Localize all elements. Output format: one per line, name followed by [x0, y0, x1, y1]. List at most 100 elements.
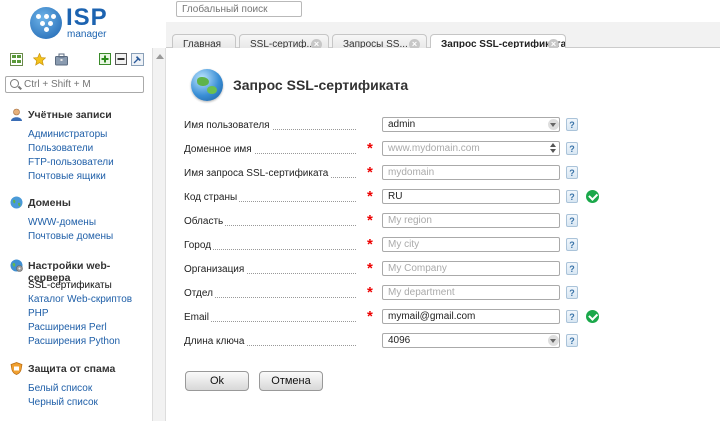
valid-check-icon [586, 190, 599, 203]
nav-item-mail-domains[interactable]: Почтовые домены [28, 230, 150, 244]
nav-group-title: Домены [28, 197, 71, 209]
required-marker: * [367, 140, 373, 157]
city-input[interactable] [382, 237, 560, 252]
field-label: Отдел [184, 288, 215, 299]
nav-item-php[interactable]: PHP [28, 307, 150, 321]
help-icon[interactable]: ? [566, 166, 578, 179]
nav-item-python-extensions[interactable]: Расширения Python [28, 335, 150, 349]
search-icon [10, 79, 19, 88]
nav-group-header[interactable]: Защита от спама [10, 362, 150, 378]
nav-group-header[interactable]: Учётные записи [10, 108, 150, 124]
nav-group-web-server-settings: Настройки web-сервера SSL-сертификаты Ка… [10, 259, 150, 349]
form-row-request-name: Имя запроса SSL-сертификата * ? [184, 164, 714, 183]
form-row-key-length: Длина ключа ? [184, 333, 714, 351]
required-marker: * [367, 260, 373, 277]
help-icon[interactable]: ? [566, 118, 578, 131]
required-marker: * [367, 236, 373, 253]
country-code-input[interactable] [382, 189, 560, 204]
help-icon[interactable]: ? [566, 142, 578, 155]
app-window: ISP manager Ctrl + Shift + M Учётные зап… [0, 0, 720, 421]
spinner-arrows-icon[interactable] [550, 142, 558, 155]
region-input[interactable] [382, 213, 560, 228]
request-name-input[interactable] [382, 165, 560, 180]
form-row-department: Отдел * ? [184, 284, 714, 303]
valid-check-icon [586, 310, 599, 323]
sidebar-search-field[interactable] [5, 76, 144, 93]
tree-view-icon[interactable] [9, 52, 23, 66]
nav-item-users[interactable]: Пользователи [28, 142, 150, 156]
department-input[interactable] [382, 285, 560, 300]
domain-name-input[interactable] [382, 141, 560, 156]
username-select[interactable] [382, 117, 560, 132]
required-marker: * [367, 164, 373, 181]
collapse-all-icon[interactable] [114, 52, 128, 66]
nav-group-title: Защита от спама [28, 363, 116, 375]
email-input[interactable] [382, 309, 560, 324]
organization-input[interactable] [382, 261, 560, 276]
field-label: Длина ключа [184, 336, 247, 347]
nav-group-header[interactable]: Настройки web-сервера [10, 259, 150, 284]
nav-group-title: Учётные записи [28, 109, 112, 121]
favorites-star-icon[interactable] [32, 52, 46, 66]
nav-item-ftp-users[interactable]: FTP-пользователи [28, 156, 150, 170]
global-search-input[interactable] [176, 1, 302, 17]
field-label: Город [184, 240, 214, 251]
required-marker: * [367, 212, 373, 229]
sidebar-scrollbar[interactable] [152, 48, 166, 421]
nav-group-accounts: Учётные записи Администраторы Пользовате… [10, 108, 150, 184]
nav-group-spam-protection: Защита от спама Белый список Черный спис… [10, 362, 150, 410]
user-icon [11, 108, 22, 121]
form-row-city: Город * ? [184, 236, 714, 255]
ok-button[interactable]: Ok [185, 371, 249, 391]
field-label: Доменное имя [184, 144, 254, 155]
scroll-up-icon[interactable] [156, 54, 164, 59]
help-icon[interactable]: ? [566, 310, 578, 323]
help-icon[interactable]: ? [566, 238, 578, 251]
form-row-email: Email * ? [184, 308, 714, 327]
nav-item-perl-extensions[interactable]: Расширения Perl [28, 321, 150, 335]
ispmanager-logo[interactable]: ISP manager [30, 4, 140, 41]
sidebar-toolbar [6, 52, 146, 68]
tab-bar: Главная SSL-сертиф... × Запросы SS... × … [166, 22, 720, 54]
logo-subtext: manager [67, 29, 107, 40]
briefcase-icon[interactable] [54, 52, 68, 66]
required-marker: * [367, 308, 373, 325]
help-icon[interactable]: ? [566, 214, 578, 227]
field-label: Имя запроса SSL-сертификата [184, 168, 331, 179]
nav-group-domains: Домены WWW-домены Почтовые домены [10, 196, 150, 244]
field-label: Область [184, 216, 226, 227]
nav-item-blacklist[interactable]: Черный список [28, 396, 150, 410]
form-row-region: Область * ? [184, 212, 714, 231]
cancel-button[interactable]: Отмена [259, 371, 323, 391]
nav-item-whitelist[interactable]: Белый список [28, 382, 150, 396]
logo-mark-icon [30, 7, 62, 39]
pin-icon[interactable] [130, 52, 144, 66]
expand-all-icon[interactable] [98, 52, 112, 66]
nav-item-www-domains[interactable]: WWW-домены [28, 216, 150, 230]
chevron-down-icon[interactable] [548, 119, 559, 130]
nav-item-mailboxes[interactable]: Почтовые ящики [28, 170, 150, 184]
field-label: Код страны [184, 192, 240, 203]
main-content: Запрос SSL-сертификата Имя пользователя … [166, 48, 720, 421]
web-settings-icon [10, 259, 23, 272]
nav-item-administrators[interactable]: Администраторы [28, 128, 150, 142]
shield-icon [10, 362, 23, 375]
field-label: Организация [184, 264, 247, 275]
nav-group-header[interactable]: Домены [10, 196, 150, 212]
nav-item-web-scripts-catalog[interactable]: Каталог Web-скриптов [28, 293, 150, 307]
help-icon[interactable]: ? [566, 286, 578, 299]
help-icon[interactable]: ? [566, 262, 578, 275]
field-label: Имя пользователя [184, 120, 272, 131]
page-title: Запрос SSL-сертификата [233, 77, 409, 93]
form-row-username: Имя пользователя ? [184, 117, 714, 135]
ssl-globe-icon [191, 69, 223, 101]
help-icon[interactable]: ? [566, 190, 578, 203]
help-icon[interactable]: ? [566, 334, 578, 347]
globe-icon [10, 196, 23, 209]
key-length-select[interactable] [382, 333, 560, 348]
form-row-domain: Доменное имя * ? [184, 140, 714, 159]
logo-text: ISP [66, 4, 108, 31]
sidebar-search-input[interactable] [24, 78, 139, 91]
chevron-down-icon[interactable] [548, 335, 559, 346]
sidebar: ISP manager Ctrl + Shift + M Учётные зап… [0, 0, 152, 421]
